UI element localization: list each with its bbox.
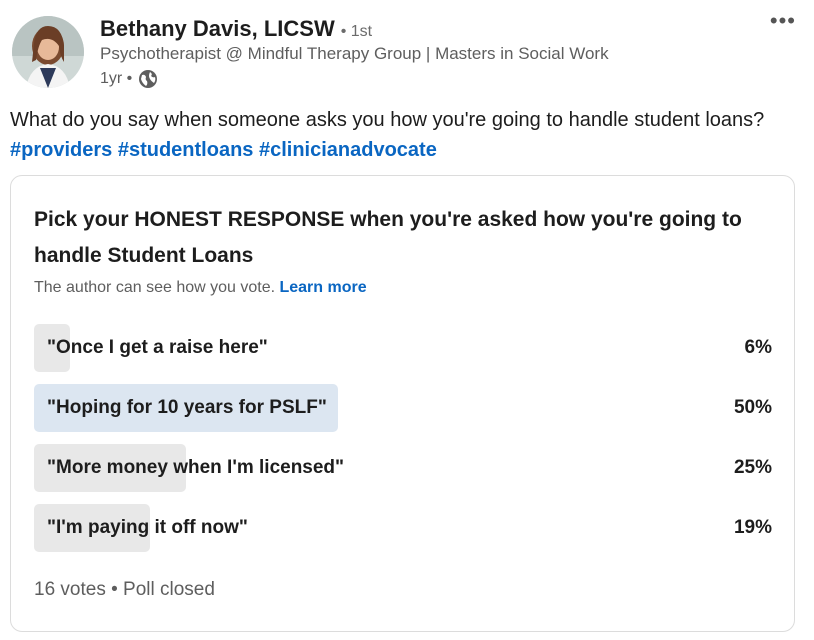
- post-meta: 1yr •: [100, 69, 158, 89]
- poll-note: The author can see how you vote. Learn m…: [34, 279, 367, 297]
- globe-icon: [139, 70, 158, 88]
- hashtag-link[interactable]: #providers: [10, 139, 112, 161]
- poll-option-label: "Once I get a raise here": [47, 337, 268, 358]
- author-headline: Psychotherapist @ Mindful Therapy Group …: [100, 44, 609, 63]
- poll-option-percent: 50%: [733, 397, 772, 418]
- poll-option-label: "Hoping for 10 years for PSLF": [47, 397, 327, 418]
- poll-option: "Hoping for 10 years for PSLF" 50%: [34, 384, 772, 432]
- poll-option: "Once I get a raise here" 6%: [34, 324, 772, 372]
- poll-option-percent: 25%: [733, 457, 772, 478]
- poll-option: "I'm paying it off now" 19%: [34, 504, 772, 552]
- poll-note-text: The author can see how you vote.: [34, 279, 280, 296]
- post-body: What do you say when someone asks you ho…: [10, 109, 765, 131]
- more-options-button[interactable]: •••: [770, 10, 796, 32]
- poll-status: Poll closed: [123, 579, 215, 600]
- post-text: What do you say when someone asks you ho…: [10, 105, 800, 165]
- author-name-text[interactable]: Bethany Davis, LICSW: [100, 16, 335, 41]
- hashtag-link[interactable]: #clinicianadvocate: [259, 139, 437, 161]
- avatar-image: [12, 16, 84, 88]
- connection-degree: • 1st: [340, 23, 373, 40]
- poll-option-label: "More money when I'm licensed": [47, 457, 345, 478]
- vote-count[interactable]: 16 votes: [34, 579, 106, 600]
- hashtag-link[interactable]: #studentloans: [118, 139, 254, 161]
- author-name[interactable]: Bethany Davis, LICSW • 1st: [100, 16, 372, 42]
- poll-option-percent: 19%: [733, 517, 772, 538]
- post-header: Bethany Davis, LICSW • 1st Psychotherapis…: [12, 10, 802, 94]
- poll-option-percent: 6%: [744, 337, 772, 358]
- poll-card: Pick your HONEST RESPONSE when you're as…: [10, 175, 795, 632]
- learn-more-link[interactable]: Learn more: [279, 279, 366, 296]
- poll-option: "More money when I'm licensed" 25%: [34, 444, 772, 492]
- footer-separator: •: [111, 579, 118, 600]
- poll-footer: 16 votes • Poll closed: [34, 579, 215, 601]
- post-time: 1yr •: [100, 70, 133, 87]
- author-avatar[interactable]: [12, 16, 84, 88]
- poll-option-label: "I'm paying it off now": [47, 517, 248, 538]
- poll-question: Pick your HONEST RESPONSE when you're as…: [34, 208, 742, 267]
